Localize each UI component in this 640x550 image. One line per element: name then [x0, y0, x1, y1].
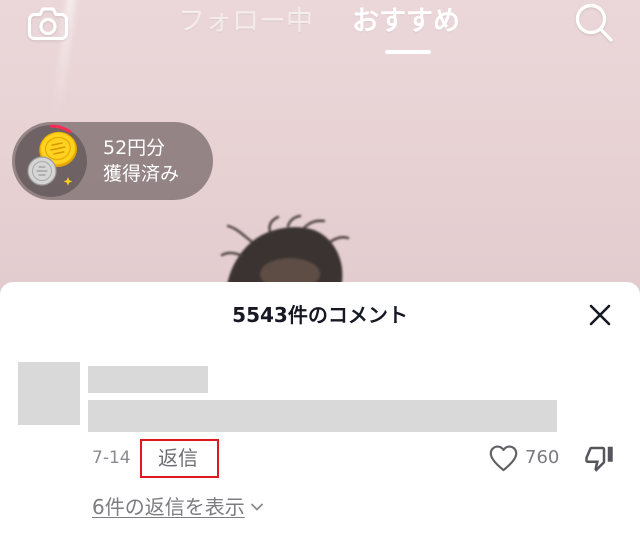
close-icon	[589, 304, 611, 326]
heart-outline	[489, 445, 518, 472]
chevron-down-icon	[250, 503, 263, 511]
thumbs-down-outline	[585, 446, 613, 472]
reward-amount: 52円分	[103, 137, 166, 159]
like-count: 760	[525, 447, 560, 468]
video-subject-hair	[220, 214, 350, 292]
close-button[interactable]	[587, 302, 613, 328]
thumbs-down-icon	[585, 446, 613, 472]
reward-status: 獲得済み	[103, 163, 180, 185]
camera-icon	[27, 7, 69, 41]
search-handle	[599, 27, 613, 42]
tab-following[interactable]: フォロー中	[178, 6, 313, 38]
app-screen: フォロー中 おすすめ 52円分 獲得済み 5543件のコメント 7-14 返信 …	[0, 0, 640, 550]
search-icon	[575, 3, 613, 42]
tab-for-you[interactable]: おすすめ	[352, 6, 460, 38]
camera-lens	[39, 17, 57, 36]
top-navigation: フォロー中 おすすめ	[0, 0, 640, 60]
avatar[interactable]	[18, 362, 80, 425]
comment-text-redacted	[88, 400, 557, 432]
camera-button[interactable]	[27, 5, 69, 41]
close-icon-cross	[589, 304, 611, 326]
comments-title: 5543件のコメント	[232, 303, 408, 327]
search-button[interactable]	[574, 1, 614, 43]
comments-sheet: 5543件のコメント 7-14 返信 760 6件の返信を表示	[0, 282, 640, 550]
view-replies-button[interactable]: 6件の返信を表示	[92, 493, 264, 521]
username-redacted[interactable]	[88, 366, 208, 393]
comment-date: 7-14	[92, 448, 131, 468]
reply-button[interactable]: 返信	[140, 441, 216, 476]
coin-icon	[14, 124, 88, 198]
view-replies-label: 6件の返信を表示	[92, 495, 245, 519]
dislike-button[interactable]	[584, 443, 614, 473]
like-button[interactable]: 760	[488, 442, 559, 474]
chevron-stroke	[250, 503, 263, 511]
active-tab-indicator	[385, 50, 431, 54]
reward-badge[interactable]: 52円分 獲得済み	[12, 122, 213, 200]
heart-icon	[489, 445, 518, 472]
